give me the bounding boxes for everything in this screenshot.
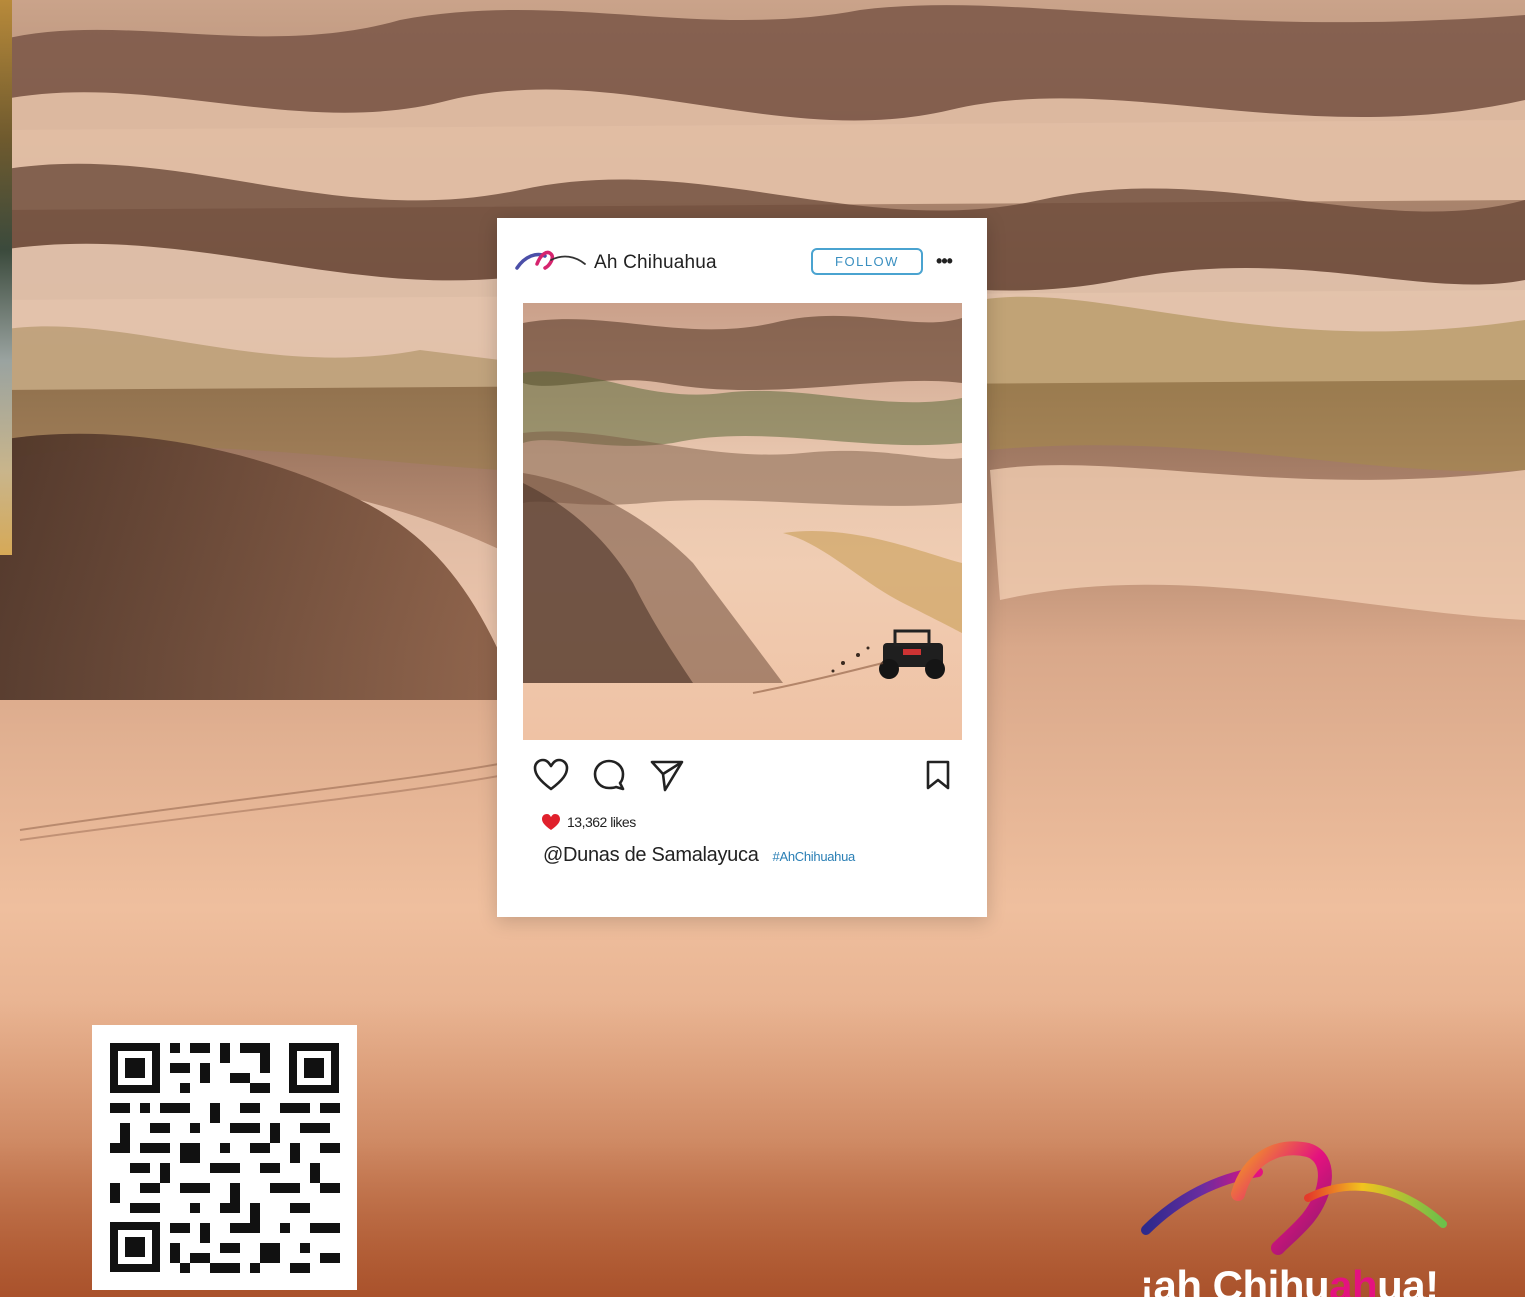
ah-chihuahua-logo-icon xyxy=(1141,1141,1447,1255)
send-icon[interactable] xyxy=(649,758,685,792)
ah-chihuahua-logo-icon[interactable] xyxy=(515,246,587,272)
bookmark-icon[interactable] xyxy=(925,760,951,790)
caption-hashtag[interactable]: #AhChihuahua xyxy=(773,849,856,864)
likes-row: 13,362 likes xyxy=(541,811,636,833)
qr-code[interactable] xyxy=(92,1025,357,1290)
left-edge-strip xyxy=(0,0,12,555)
brand-logo-text: ¡ah Chihuahua! xyxy=(1140,1262,1439,1297)
social-post-card: Ah Chihuahua FOLLOW ••• 13,362 likes @Du… xyxy=(497,218,987,917)
post-caption: @Dunas de Samalayuca #AhChihuahua xyxy=(543,844,855,867)
heart-icon[interactable] xyxy=(533,758,569,792)
filled-heart-icon xyxy=(542,814,560,830)
likes-count[interactable]: 13,362 likes xyxy=(567,814,636,830)
post-header: Ah Chihuahua FOLLOW ••• xyxy=(497,218,987,304)
account-name[interactable]: Ah Chihuahua xyxy=(594,252,717,274)
comment-icon[interactable] xyxy=(592,758,626,792)
ah-chihuahua-brand-logo: ¡ah Chihuahua! xyxy=(1138,1138,1458,1297)
post-photo[interactable] xyxy=(523,303,962,740)
caption-handle[interactable]: @Dunas de Samalayuca xyxy=(543,844,759,867)
more-options-icon[interactable]: ••• xyxy=(933,248,955,274)
follow-button[interactable]: FOLLOW xyxy=(811,248,923,275)
